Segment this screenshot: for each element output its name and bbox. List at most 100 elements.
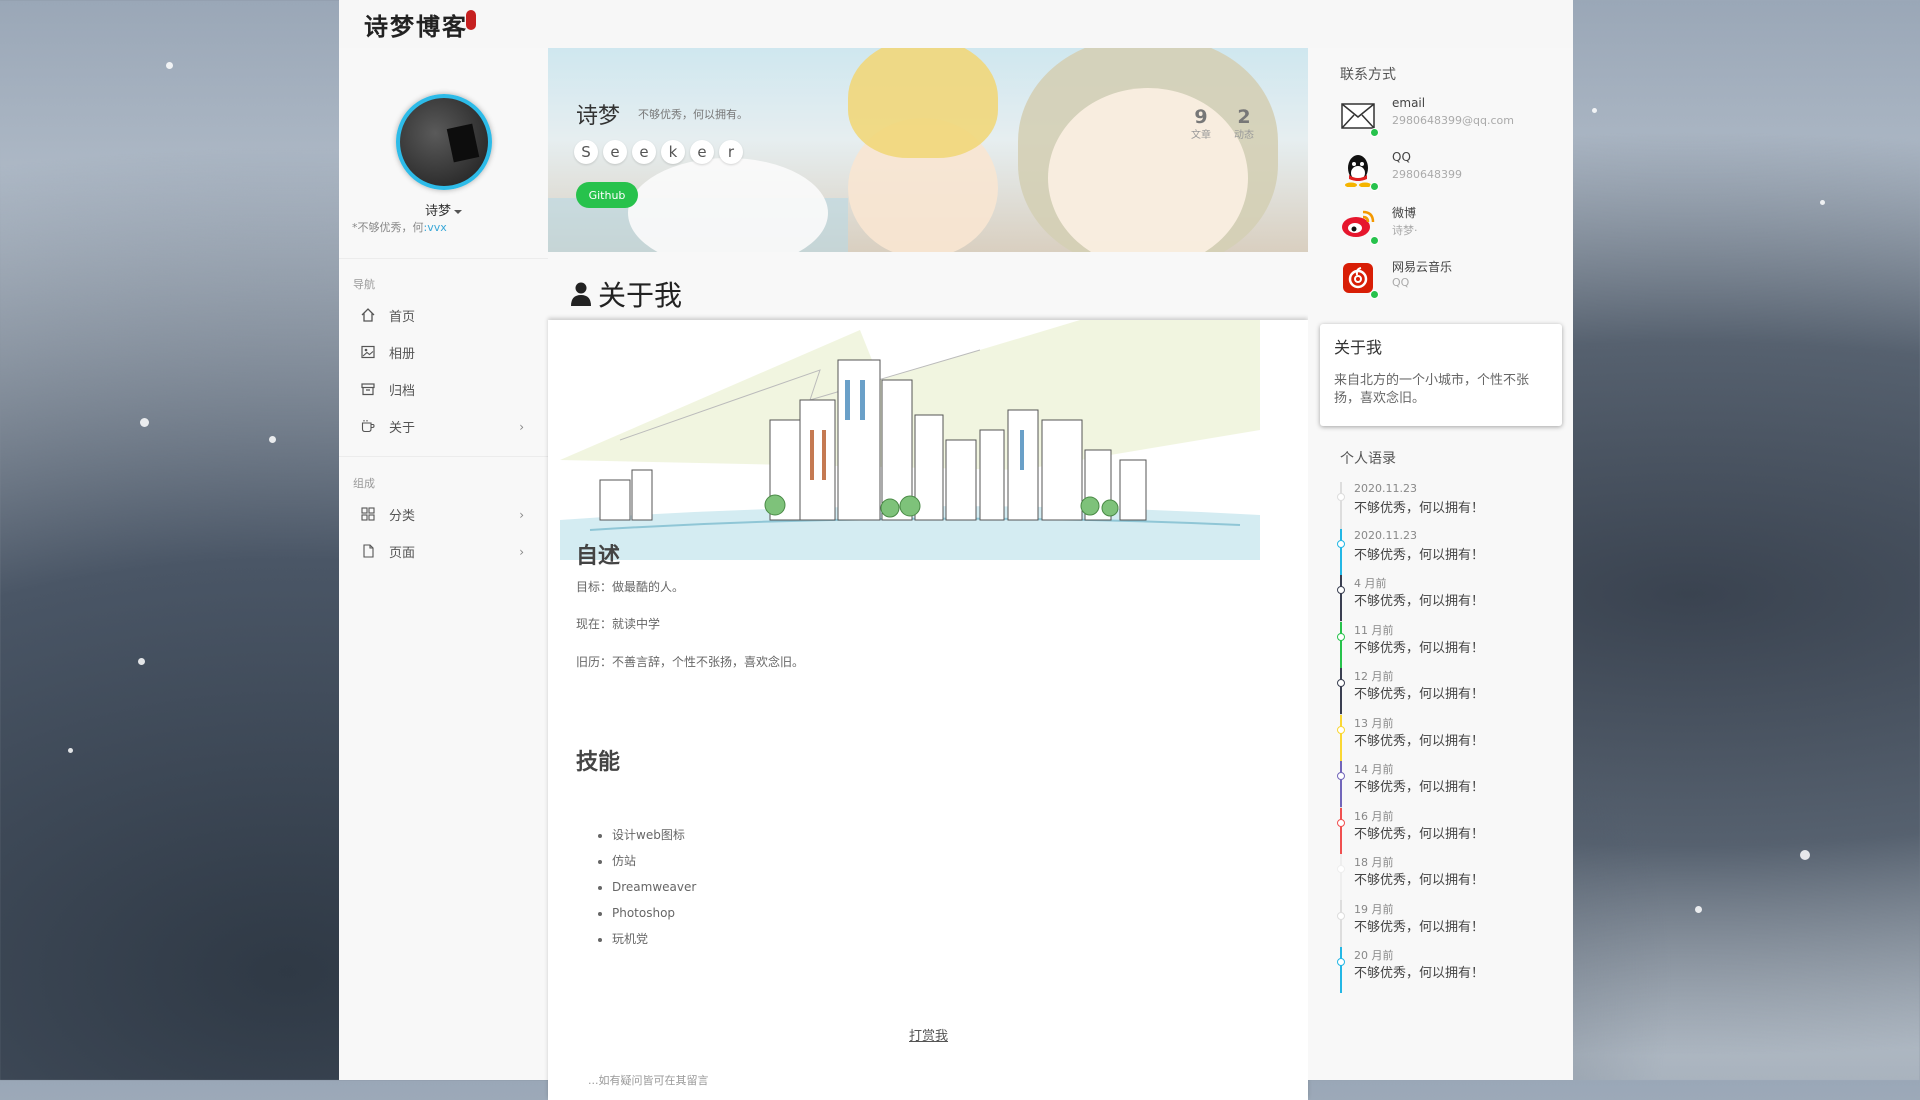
list-item: Dreamweaver [612,874,696,900]
avatar-photo [446,123,480,163]
contact-name: QQ [1392,150,1411,164]
timeline-item: 2020.11.23 不够优秀，何以拥有！ [1337,482,1560,528]
left-sidebar: 诗梦 *不够优秀，何:vvx 导航 首页 相册 归档 关于 › 组成 分类 › … [339,48,548,1080]
stat-articles[interactable]: 9 文章 [1191,106,1211,141]
about-widget: 关于我 来自北方的一个小城市，个性不张扬，喜欢念旧。 [1320,324,1562,426]
nav-item-archive[interactable]: 归档 [339,371,548,407]
timeline-item: 11 月前 不够优秀，何以拥有！ [1337,621,1560,668]
letter-badge: r [719,140,743,164]
github-button[interactable]: Github [576,182,638,208]
section-heading-skills: 技能 [576,750,621,775]
online-status-dot [1370,236,1379,245]
divider [339,456,548,457]
file-icon [360,543,376,559]
timeline-text: 不够优秀，何以拥有！ [1354,826,1485,842]
contact-weibo[interactable]: 微博 诗梦· [1340,202,1560,246]
timeline-segment [1340,900,1342,947]
stat-label: 动态 [1234,130,1254,141]
about-widget-body: 来自北方的一个小城市，个性不张扬，喜欢念旧。 [1334,373,1530,406]
site-logo[interactable]: 诗梦博客 [364,7,468,42]
timeline-date: 12 月前 [1354,670,1394,683]
nav-item-about[interactable]: 关于 › [339,408,548,444]
paragraph-past: 旧历：不善言辞，个性不张扬，喜欢念旧。 [576,655,805,669]
timeline-item: 14 月前 不够优秀，何以拥有！ [1337,761,1560,807]
timeline-node [1337,911,1345,920]
motto-text: *不够优秀，何 [352,221,424,234]
page-shell: 诗梦 *不够优秀，何:vvx 导航 首页 相册 归档 关于 › 组成 分类 › … [339,48,1573,1100]
snowflake [1695,906,1702,913]
contact-value: 2980648399 [1392,168,1462,181]
timeline-node [1337,632,1345,641]
trailing-text: ...如有疑问皆可在其留言 [588,1074,709,1087]
nav-item-pages[interactable]: 页面 › [339,533,548,569]
timeline-text: 不够优秀，何以拥有！ [1354,780,1485,795]
reward-link[interactable]: 打赏我 [909,1025,948,1044]
timeline-text: 不够优秀，何以拥有！ [1354,594,1485,609]
timeline-segment [1340,807,1342,854]
online-status-dot [1370,128,1379,137]
timeline-segment [1340,714,1342,761]
timeline-node [1337,865,1345,873]
timeline-text: 不够优秀，何以拥有！ [1354,640,1485,656]
contact-name: 微博 [1392,206,1417,220]
timeline-segment [1340,854,1342,900]
snowflake [269,436,276,443]
nav-item-label: 分类 [389,508,416,524]
coffee-icon [360,418,376,434]
nav-item-category[interactable]: 分类 › [339,496,548,532]
user-name-dropdown[interactable]: 诗梦 [339,200,548,219]
timeline-item: 12 月前 不够优秀，何以拥有！ [1337,668,1560,714]
timeline-node [1337,958,1345,966]
contact-name: email [1392,96,1426,110]
top-bar: 诗梦博客 [339,0,1573,49]
list-item: 玩机党 [612,926,696,952]
snowflake [1820,200,1825,205]
stat-number: 9 [1194,106,1208,128]
timeline-date: 16 月前 [1354,809,1394,823]
banner-white-cat [628,158,828,252]
page-header: 关于我 [548,252,1308,317]
timeline-item: 18 月前不够优秀，何以拥有！ [1337,854,1560,900]
chevron-right-icon: › [519,508,524,522]
timeline-date: 4 月前 [1354,577,1387,590]
contact-netease-music[interactable]: 网易云音乐 QQ [1340,256,1560,300]
seeker-letters: S e e k e r [574,140,743,164]
letter-badge: k [661,140,685,164]
nav-item-label: 相册 [389,346,416,362]
banner-yellow-hat [848,48,998,158]
list-item: 仿站 [612,848,696,874]
nav-item-home[interactable]: 首页 [339,297,548,333]
timeline-text: 不够优秀，何以拥有！ [1354,501,1485,516]
main-content: 诗梦 不够优秀，何以拥有。 S e e k e r Github 9 文章 2 … [548,48,1308,1100]
contact-email[interactable]: email 2980648399@qq.com [1340,94,1560,138]
city-illustration [560,320,1260,560]
profile-banner: 诗梦 不够优秀，何以拥有。 S e e k e r Github 9 文章 2 … [548,48,1308,252]
stat-moments[interactable]: 2 动态 [1234,106,1254,141]
nav-item-album[interactable]: 相册 [339,334,548,370]
timeline-text: 不够优秀，何以拥有！ [1354,873,1485,888]
skills-list: 设计web图标 仿站 Dreamweaver Photoshop 玩机党 [594,822,696,952]
timeline-segment [1340,528,1342,575]
timeline-segment [1340,621,1342,668]
timeline-node [1337,725,1345,734]
list-item: Photoshop [612,900,696,926]
snowflake [140,418,149,427]
letter-badge: S [574,140,598,164]
snowflake [1800,850,1810,860]
article-card: 自述 目标：做最酷的人。 现在：就读中学 旧历：不善言辞，个性不张扬，喜欢念旧。… [548,320,1308,1100]
contact-qq[interactable]: QQ 2980648399 [1340,148,1560,192]
nav-item-label: 关于 [389,420,416,436]
motto-link[interactable]: :vvx [424,221,447,234]
compose-section-title: 组成 [353,477,375,490]
nav-item-label: 首页 [389,309,416,325]
about-widget-title: 关于我 [1334,338,1383,357]
letter-badge: e [690,140,714,164]
avatar[interactable] [396,94,492,190]
timeline-date: 18 月前 [1354,856,1394,869]
contact-value: 诗梦· [1392,224,1418,237]
timeline-text: 不够优秀，何以拥有！ [1354,547,1485,563]
list-item: 设计web图标 [612,822,696,848]
timeline-node [1337,772,1345,780]
timeline-segment [1340,668,1342,714]
online-status-dot [1370,290,1379,299]
